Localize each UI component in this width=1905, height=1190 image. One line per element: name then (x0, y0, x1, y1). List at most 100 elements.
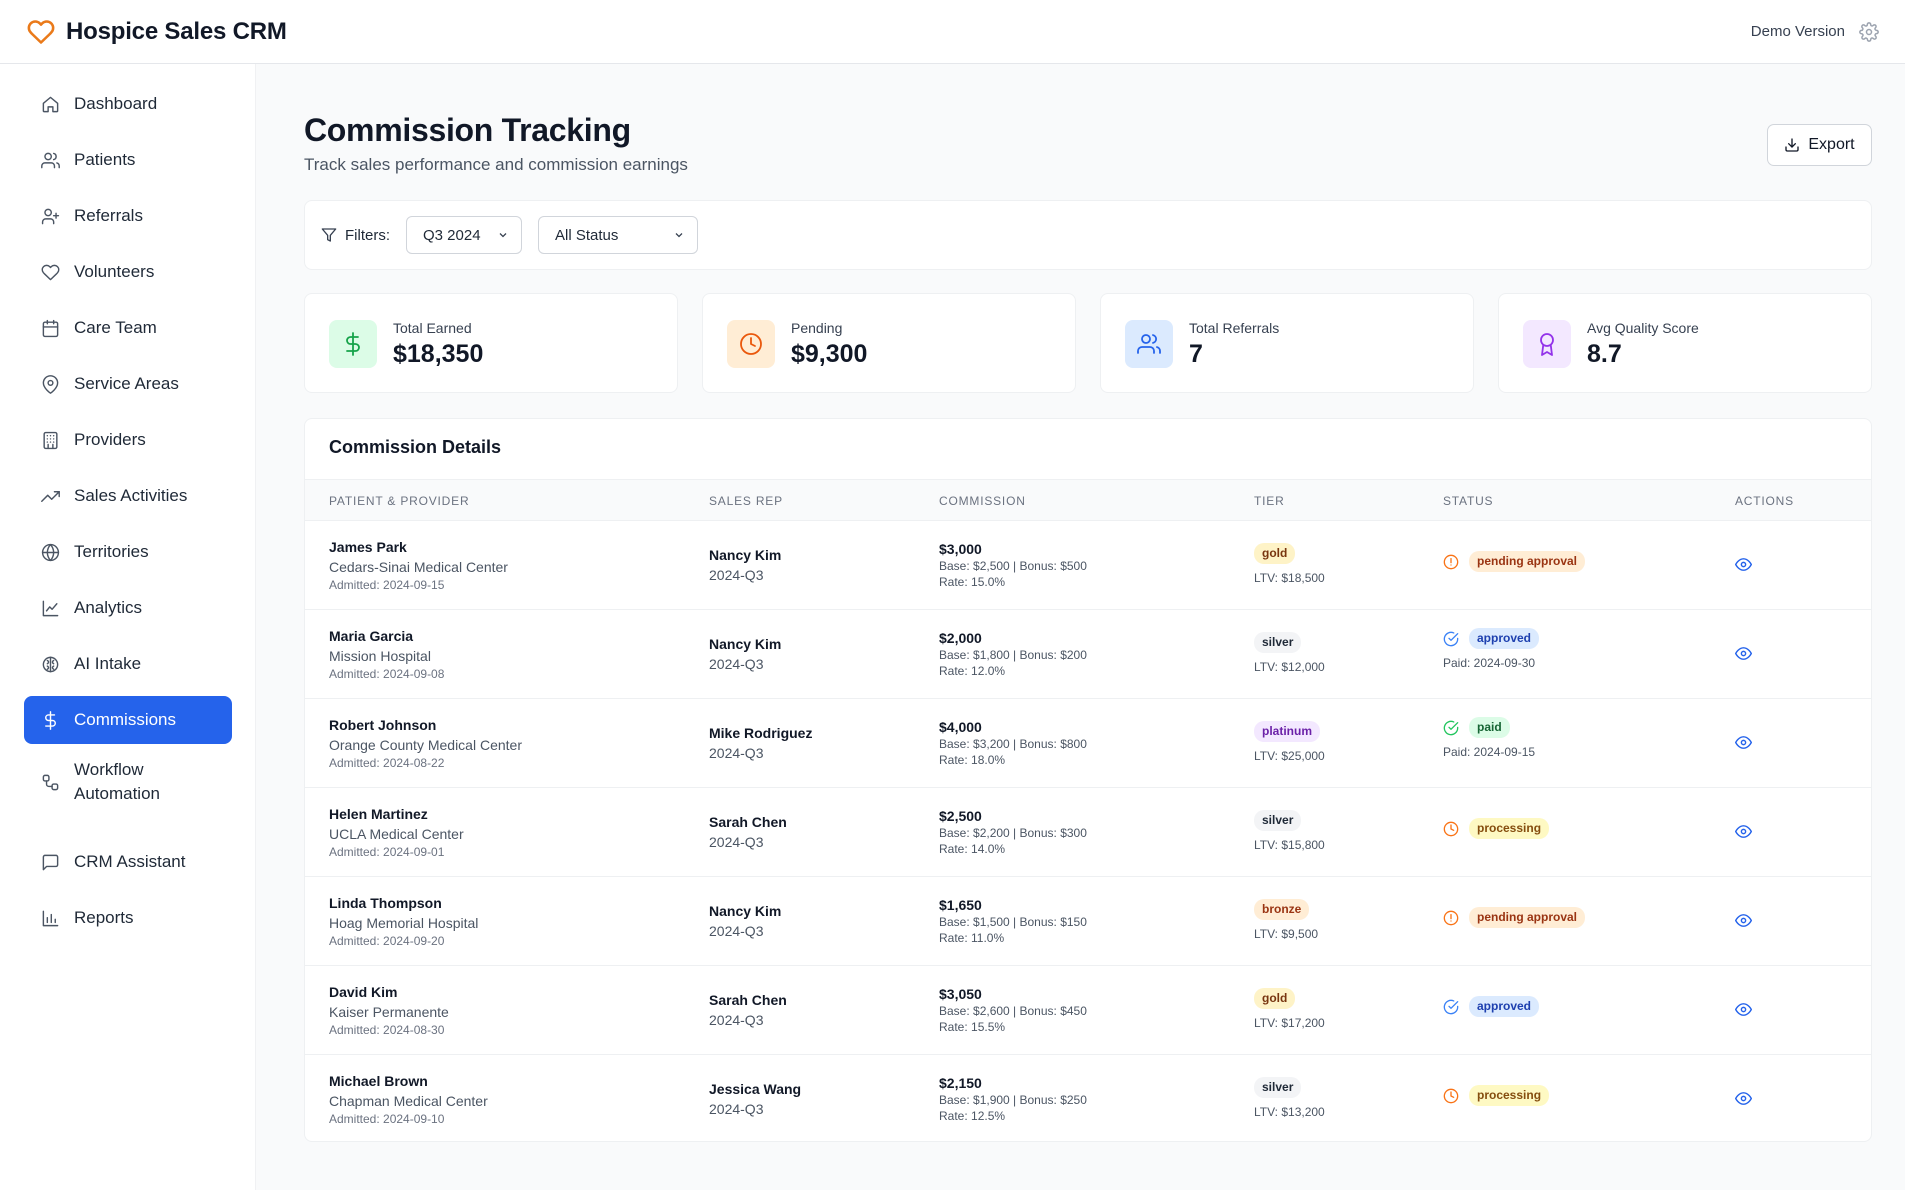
patient-name[interactable]: David Kim (329, 983, 449, 1002)
patient-name[interactable]: Robert Johnson (329, 716, 522, 735)
version-label: Demo Version (1750, 23, 1845, 40)
sidebar-item-dashboard[interactable]: Dashboard (24, 80, 232, 128)
globe-icon (40, 542, 60, 562)
admitted-date: Admitted: 2024-09-01 (329, 845, 445, 859)
sidebar-item-territories[interactable]: Territories (24, 528, 232, 576)
sidebar-item-referrals[interactable]: Referrals (24, 192, 232, 240)
dollar-icon (40, 710, 60, 730)
sidebar: Dashboard Patients Referrals Volunteers Care… (0, 64, 256, 1190)
patient-name[interactable]: James Park (329, 538, 508, 557)
stat-value: $9,300 (791, 340, 868, 368)
brand[interactable]: Hospice Sales CRM (26, 17, 287, 47)
column-header-actions: ACTIONS (1735, 494, 1794, 508)
admitted-date: Admitted: 2024-09-08 (329, 667, 445, 681)
commission-details-title: Commission Details (329, 437, 502, 457)
commission-rate: Rate: 18.0% (939, 753, 1006, 767)
trending-up-icon (40, 486, 60, 506)
export-button[interactable]: Export (1767, 124, 1872, 166)
users-icon (1125, 320, 1173, 368)
provider-name: Chapman Medical Center (329, 1093, 488, 1109)
table-header: PATIENT & PROVIDER SALES REP COMMISSION … (305, 479, 1871, 521)
sidebar-item-reports[interactable]: Reports (24, 894, 232, 942)
sales-rep-name: Sarah Chen (709, 814, 787, 830)
status-select-value: All Status (555, 226, 619, 244)
eye-icon[interactable] (1735, 556, 1753, 574)
eye-icon[interactable] (1735, 1001, 1753, 1019)
sales-rep-name: Nancy Kim (709, 547, 782, 563)
patient-name[interactable]: Michael Brown (329, 1072, 488, 1091)
sales-rep-name: Mike Rodriguez (709, 725, 813, 741)
sidebar-item-providers[interactable]: Providers (24, 416, 232, 464)
lifetime-value: LTV: $18,500 (1254, 571, 1325, 585)
table-row: Helen Martinez UCLA Medical Center Admit… (305, 788, 1871, 877)
bar-chart-icon (40, 908, 60, 928)
column-header-commission: COMMISSION (939, 494, 1026, 508)
stat-label: Avg Quality Score (1587, 320, 1699, 336)
sidebar-item-ai-intake[interactable]: AI Intake (24, 640, 232, 688)
commission-amount: $3,050 (939, 986, 982, 1002)
status-badge: processing (1469, 818, 1550, 839)
gear-icon[interactable] (1859, 21, 1879, 42)
sidebar-item-sales-activities[interactable]: Sales Activities (24, 472, 232, 520)
filters-bar: Filters: Q3 2024 All Status (304, 200, 1872, 270)
stat-value: 7 (1189, 340, 1203, 368)
eye-icon[interactable] (1735, 1090, 1753, 1108)
eye-icon[interactable] (1735, 645, 1753, 663)
check-circle-status-icon (1443, 631, 1459, 647)
commission-amount: $2,150 (939, 1075, 982, 1091)
tier-badge: gold (1254, 988, 1296, 1009)
status-badge: approved (1469, 996, 1540, 1017)
period-select[interactable]: Q3 2024 (406, 216, 522, 254)
sidebar-item-workflow-automation[interactable]: Workflow Automation (24, 752, 232, 812)
admitted-date: Admitted: 2024-09-20 (329, 934, 445, 948)
award-icon (1523, 320, 1571, 368)
brain-icon (40, 654, 60, 674)
column-header-patient: PATIENT & PROVIDER (329, 494, 470, 508)
calendar-icon (40, 318, 60, 338)
sidebar-item-label: Patients (74, 150, 136, 169)
eye-icon[interactable] (1735, 912, 1753, 930)
commission-breakdown: Base: $1,800 | Bonus: $200 (939, 648, 1087, 662)
check-circle-status-icon (1443, 720, 1459, 736)
table-row: Michael Brown Chapman Medical Center Adm… (305, 1055, 1871, 1141)
sidebar-item-volunteers[interactable]: Volunteers (24, 248, 232, 296)
provider-name: Cedars-Sinai Medical Center (329, 559, 508, 575)
stat-value: 8.7 (1587, 340, 1622, 368)
sidebar-item-patients[interactable]: Patients (24, 136, 232, 184)
provider-name: Hoag Memorial Hospital (329, 915, 479, 931)
filter-icon (321, 227, 337, 243)
alert-status-icon (1443, 554, 1459, 570)
column-header-sales-rep: SALES REP (709, 494, 783, 508)
status-badge: approved (1469, 628, 1540, 649)
table-row: David Kim Kaiser Permanente Admitted: 20… (305, 966, 1871, 1055)
commission-amount: $3,000 (939, 541, 982, 557)
lifetime-value: LTV: $17,200 (1254, 1016, 1325, 1030)
admitted-date: Admitted: 2024-08-22 (329, 756, 445, 770)
patient-name[interactable]: Helen Martinez (329, 805, 464, 824)
commission-rate: Rate: 11.0% (939, 931, 1005, 945)
status-badge: pending approval (1469, 907, 1586, 928)
sidebar-item-commissions[interactable]: Commissions (24, 696, 232, 744)
sidebar-item-care-team[interactable]: Care Team (24, 304, 232, 352)
commission-breakdown: Base: $2,200 | Bonus: $300 (939, 826, 1087, 840)
sales-period: 2024-Q3 (709, 1101, 764, 1117)
sidebar-item-crm-assistant[interactable]: CRM Assistant (24, 838, 232, 886)
paid-date: Paid: 2024-09-30 (1443, 656, 1536, 670)
stat-value: $18,350 (393, 340, 484, 368)
commission-breakdown: Base: $2,600 | Bonus: $450 (939, 1004, 1087, 1018)
sidebar-item-analytics[interactable]: Analytics (24, 584, 232, 632)
sidebar-item-service-areas[interactable]: Service Areas (24, 360, 232, 408)
eye-icon[interactable] (1735, 823, 1753, 841)
eye-icon[interactable] (1735, 734, 1753, 752)
lifetime-value: LTV: $12,000 (1254, 660, 1325, 674)
commission-details-card: Commission Details PATIENT & PROVIDER SA… (304, 418, 1872, 1142)
table-row: James Park Cedars-Sinai Medical Center A… (305, 521, 1871, 610)
stat-label: Total Referrals (1189, 320, 1280, 336)
page-subtitle: Track sales performance and commission e… (304, 155, 688, 174)
status-select[interactable]: All Status (538, 216, 698, 254)
patient-name[interactable]: Linda Thompson (329, 894, 478, 913)
patient-name[interactable]: Maria Garcia (329, 627, 444, 646)
commission-breakdown: Base: $1,500 | Bonus: $150 (939, 915, 1087, 929)
sidebar-item-label: Providers (74, 430, 146, 449)
commission-amount: $2,500 (939, 808, 982, 824)
